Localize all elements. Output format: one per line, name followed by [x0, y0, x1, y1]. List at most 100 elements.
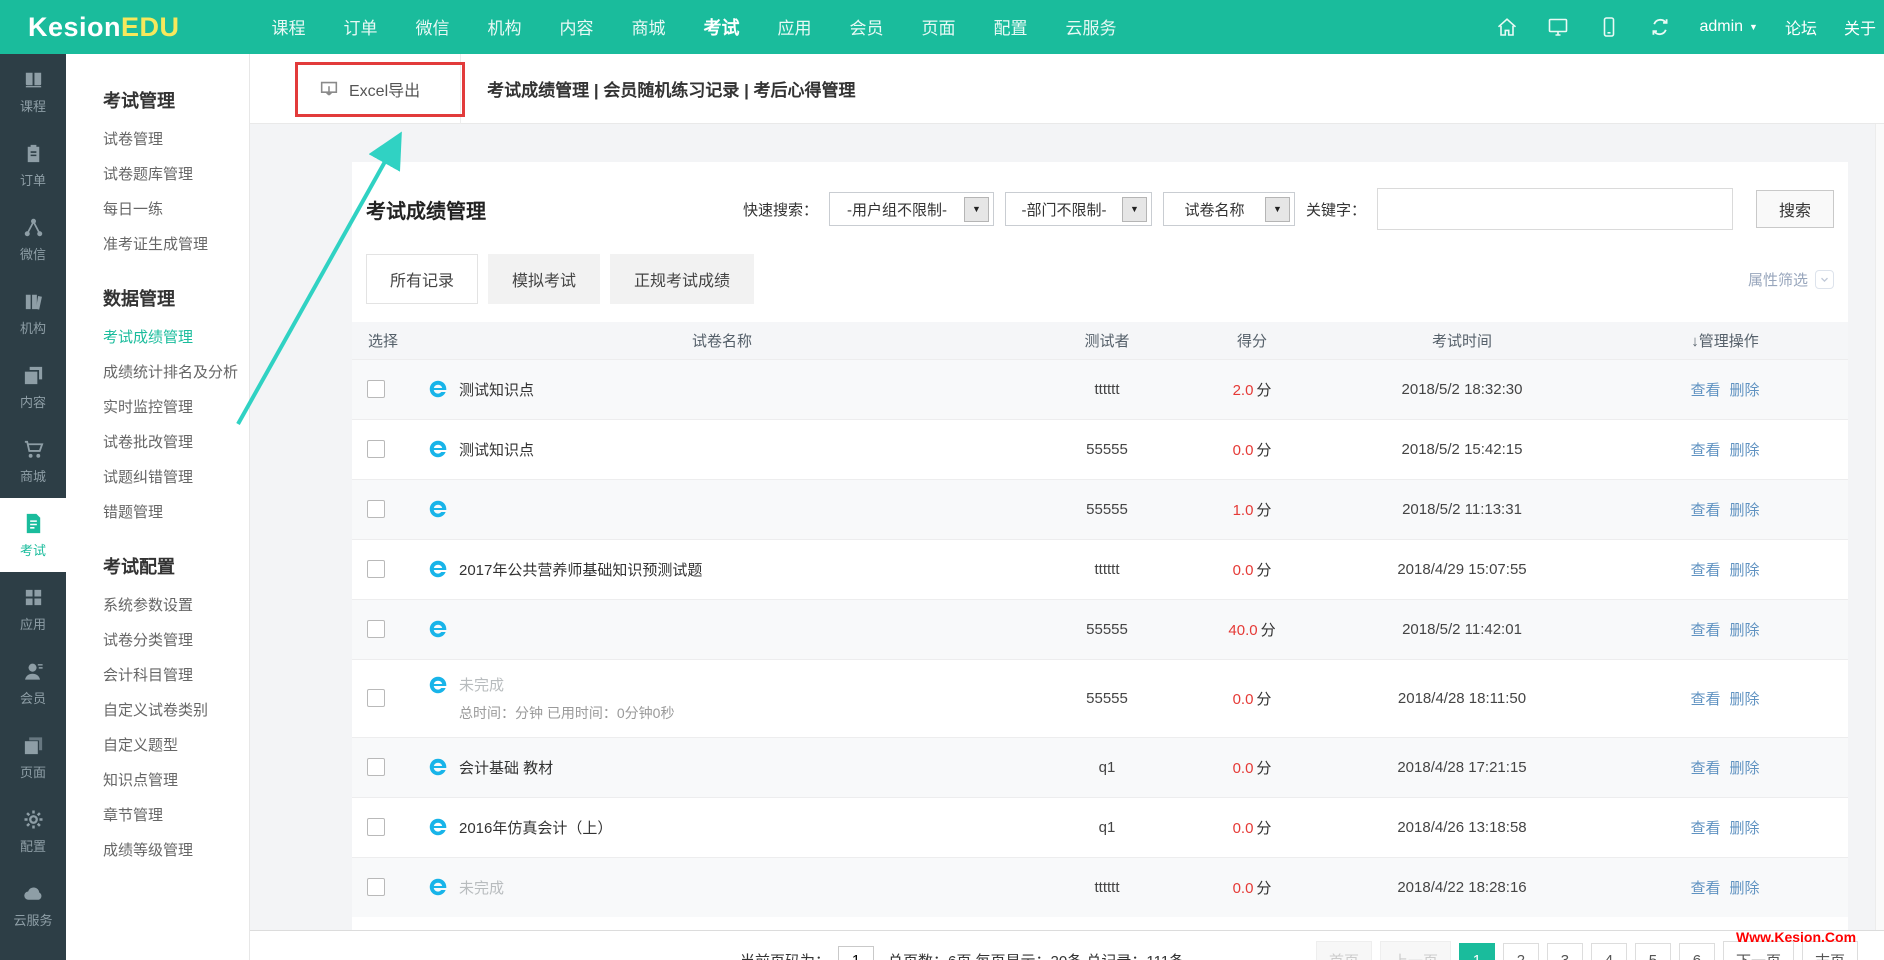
- user-group-select[interactable]: -用户组不限制- ▼: [828, 192, 994, 226]
- first-page-button[interactable]: 首页: [1315, 941, 1372, 960]
- tab-formal-exam-scores[interactable]: 正规考试成绩: [610, 254, 755, 304]
- menu-item[interactable]: 自定义题型: [103, 728, 249, 763]
- topnav-item-4[interactable]: 机构: [488, 14, 522, 40]
- row-checkbox[interactable]: [367, 758, 385, 776]
- view-link[interactable]: 查看: [1690, 502, 1720, 519]
- admin-dropdown[interactable]: admin ▼: [1699, 18, 1758, 36]
- topnav-item-1[interactable]: 课程: [272, 14, 306, 40]
- home-icon[interactable]: [1495, 15, 1519, 39]
- excel-export-button[interactable]: Excel导出: [318, 77, 420, 101]
- rail-item-pages[interactable]: 页面: [0, 720, 66, 794]
- row-checkbox[interactable]: [367, 818, 385, 836]
- delete-link[interactable]: 删除: [1730, 382, 1760, 399]
- rail-item-share-nodes[interactable]: 微信: [0, 202, 66, 276]
- rail-item-cloud[interactable]: 云服务: [0, 868, 66, 942]
- search-field-select[interactable]: 试卷名称 ▼: [1162, 192, 1295, 226]
- menu-item[interactable]: 章节管理: [103, 798, 249, 833]
- menu-item[interactable]: 考试成绩管理: [103, 320, 249, 355]
- topnav-item-10[interactable]: 页面: [922, 14, 956, 40]
- mobile-icon[interactable]: [1597, 15, 1621, 39]
- delete-link[interactable]: 删除: [1730, 562, 1760, 579]
- row-checkbox[interactable]: [367, 620, 385, 638]
- menu-item[interactable]: 错题管理: [103, 495, 249, 530]
- delete-link[interactable]: 删除: [1730, 760, 1760, 777]
- scrollbar-track[interactable]: [1875, 124, 1884, 960]
- view-link[interactable]: 查看: [1690, 382, 1720, 399]
- topnav-item-11[interactable]: 配置: [994, 14, 1028, 40]
- page-button-6[interactable]: 6: [1678, 943, 1715, 960]
- row-checkbox[interactable]: [367, 440, 385, 458]
- view-link[interactable]: 查看: [1690, 691, 1720, 708]
- topnav-item-8[interactable]: 应用: [778, 14, 812, 40]
- menu-item[interactable]: 试卷题库管理: [103, 157, 249, 192]
- menu-item[interactable]: 知识点管理: [103, 763, 249, 798]
- delete-link[interactable]: 删除: [1730, 442, 1760, 459]
- sync-icon[interactable]: [1648, 15, 1672, 39]
- menu-item[interactable]: 准考证生成管理: [103, 227, 249, 262]
- rail-item-copy[interactable]: 内容: [0, 350, 66, 424]
- menu-item[interactable]: 试卷管理: [103, 122, 249, 157]
- delete-link[interactable]: 删除: [1730, 880, 1760, 897]
- rail-item-label: 页面: [19, 764, 46, 780]
- rail-item-gear[interactable]: 配置: [0, 794, 66, 868]
- rail-item-book[interactable]: 课程: [0, 54, 66, 128]
- view-link[interactable]: 查看: [1690, 880, 1720, 897]
- desktop-icon[interactable]: [1546, 15, 1570, 39]
- view-link[interactable]: 查看: [1690, 760, 1720, 777]
- view-link[interactable]: 查看: [1690, 562, 1720, 579]
- page-button-4[interactable]: 4: [1590, 943, 1627, 960]
- menu-item[interactable]: 会计科目管理: [103, 658, 249, 693]
- page-button-1[interactable]: 1: [1458, 943, 1495, 960]
- row-checkbox[interactable]: [367, 878, 385, 897]
- menu-item[interactable]: 实时监控管理: [103, 390, 249, 425]
- menu-item[interactable]: 试卷批改管理: [103, 425, 249, 460]
- row-checkbox[interactable]: [367, 560, 385, 578]
- row-checkbox[interactable]: [367, 380, 385, 398]
- menu-item[interactable]: 成绩统计排名及分析: [103, 355, 249, 390]
- toolbar-breadcrumb-links[interactable]: 考试成绩管理 | 会员随机练习记录 | 考后心得管理: [487, 76, 855, 101]
- topnav-item-9[interactable]: 会员: [850, 14, 884, 40]
- page-button-5[interactable]: 5: [1634, 943, 1671, 960]
- rail-item-user[interactable]: 会员: [0, 646, 66, 720]
- rail-item-exam-file[interactable]: 考试: [0, 498, 66, 572]
- department-select[interactable]: -部门不限制- ▼: [1004, 192, 1152, 226]
- header-actions[interactable]: ↓管理操作: [1602, 322, 1848, 359]
- view-link[interactable]: 查看: [1690, 622, 1720, 639]
- menu-item[interactable]: 试卷分类管理: [103, 623, 249, 658]
- delete-link[interactable]: 删除: [1730, 820, 1760, 837]
- rail-item-cart[interactable]: 商城: [0, 424, 66, 498]
- rail-item-library[interactable]: 机构: [0, 276, 66, 350]
- menu-item[interactable]: 系统参数设置: [103, 588, 249, 623]
- menu-item[interactable]: 试题纠错管理: [103, 460, 249, 495]
- rail-item-clipboard[interactable]: 订单: [0, 128, 66, 202]
- row-checkbox[interactable]: [367, 689, 385, 707]
- keyword-input[interactable]: [1377, 188, 1733, 230]
- search-button[interactable]: 搜索: [1756, 190, 1834, 228]
- delete-link[interactable]: 删除: [1730, 691, 1760, 708]
- topnav-item-12[interactable]: 云服务: [1066, 14, 1117, 40]
- view-link[interactable]: 查看: [1690, 442, 1720, 459]
- page-number-input[interactable]: [838, 945, 875, 960]
- rail-item-apps-grid[interactable]: 应用: [0, 572, 66, 646]
- topnav-item-2[interactable]: 订单: [344, 14, 378, 40]
- prev-page-button[interactable]: 上一页: [1379, 941, 1451, 960]
- topnav-item-6[interactable]: 商城: [632, 14, 666, 40]
- table-header-row: 选择 试卷名称 测试者 得分 考试时间 ↓管理操作: [352, 322, 1848, 359]
- about-link[interactable]: 关于: [1844, 15, 1876, 39]
- topnav-item-5[interactable]: 内容: [560, 14, 594, 40]
- view-link[interactable]: 查看: [1690, 820, 1720, 837]
- tab-mock-exam[interactable]: 模拟考试: [488, 254, 601, 304]
- delete-link[interactable]: 删除: [1730, 502, 1760, 519]
- forum-link[interactable]: 论坛: [1785, 15, 1817, 39]
- delete-link[interactable]: 删除: [1730, 622, 1760, 639]
- attribute-filter-toggle[interactable]: 属性筛选: [1748, 269, 1834, 290]
- menu-item[interactable]: 成绩等级管理: [103, 833, 249, 868]
- topnav-item-3[interactable]: 微信: [416, 14, 450, 40]
- menu-item[interactable]: 自定义试卷类别: [103, 693, 249, 728]
- page-button-3[interactable]: 3: [1546, 943, 1583, 960]
- menu-item[interactable]: 每日一练: [103, 192, 249, 227]
- topnav-item-7[interactable]: 考试: [704, 14, 740, 40]
- row-checkbox[interactable]: [367, 500, 385, 518]
- page-button-2[interactable]: 2: [1502, 943, 1539, 960]
- tab-all-records[interactable]: 所有记录: [366, 254, 479, 304]
